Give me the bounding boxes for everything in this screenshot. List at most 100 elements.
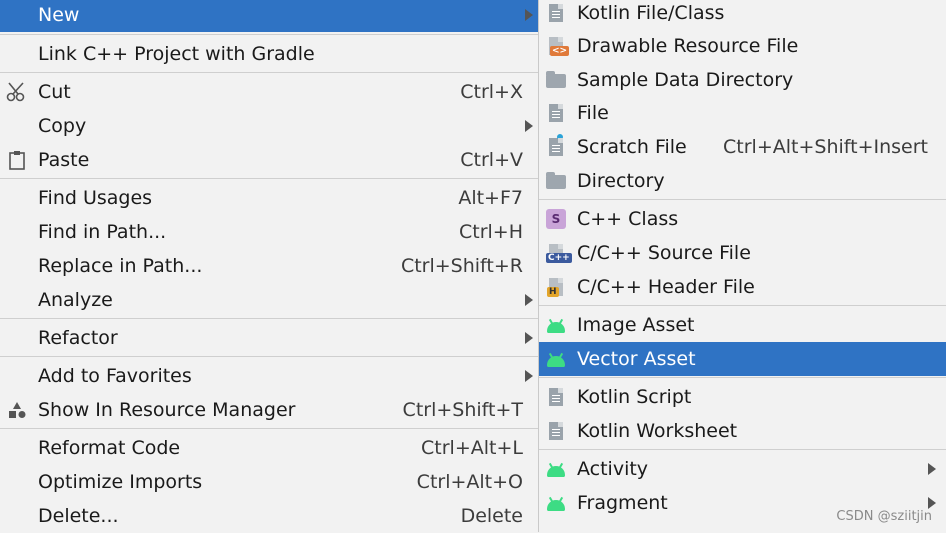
menu-item-analyze[interactable]: Analyze: [0, 283, 538, 317]
scratch-file-icon: [545, 134, 567, 158]
menu-item-label: Drawable Resource File: [577, 35, 799, 57]
menu-item-label: Copy: [38, 115, 87, 137]
menu-item-label: Show In Resource Manager: [38, 399, 296, 421]
submenu-item-kotlin-file-class[interactable]: Kotlin File/Class: [539, 0, 946, 30]
menu-item-shortcut: Ctrl+X: [460, 81, 523, 103]
submenu-item-drawable-resource-file[interactable]: <> Drawable Resource File: [539, 29, 946, 63]
context-menu: New Link C++ Project with Gradle Cut Ctr…: [0, 0, 539, 532]
submenu-item-image-asset[interactable]: Image Asset: [539, 308, 946, 342]
menu-item-refactor[interactable]: Refactor: [0, 321, 538, 355]
menu-item-optimize-imports[interactable]: Optimize Imports Ctrl+Alt+O: [0, 465, 538, 499]
menu-item-shortcut: Ctrl+Shift+T: [402, 399, 523, 421]
menu-item-label: Replace in Path...: [38, 255, 203, 277]
menu-item-label: Reformat Code: [38, 437, 181, 459]
android-icon: [545, 492, 567, 514]
menu-item-paste[interactable]: Paste Ctrl+V: [0, 143, 538, 177]
menu-item-shortcut: Delete: [460, 505, 523, 527]
menu-item-delete[interactable]: Delete... Delete: [0, 499, 538, 533]
submenu-arrow-icon: [525, 370, 533, 382]
menu-item-shortcut: Alt+F7: [458, 187, 523, 209]
menu-item-shortcut: Ctrl+Alt+L: [421, 437, 523, 459]
separator: [0, 34, 538, 35]
watermark: CSDN @sziitjin: [836, 509, 932, 524]
menu-item-new[interactable]: New: [0, 0, 538, 32]
menu-item-label: Sample Data Directory: [577, 69, 794, 91]
menu-item-label: Scratch File: [577, 136, 687, 158]
menu-item-label: Kotlin Script: [577, 386, 692, 408]
submenu-arrow-icon: [928, 463, 936, 475]
cpp-source-icon: C++: [545, 242, 572, 264]
android-icon: [545, 458, 567, 480]
new-submenu: Kotlin File/Class <> Drawable Resource F…: [539, 0, 946, 532]
menu-item-shortcut: Ctrl+Shift+R: [400, 255, 523, 277]
separator: [0, 318, 538, 319]
menu-item-shortcut: Ctrl+V: [460, 149, 523, 171]
menu-item-add-to-favorites[interactable]: Add to Favorites: [0, 359, 538, 393]
resource-manager-icon: [6, 399, 28, 421]
menu-item-label: New: [38, 4, 80, 26]
menu-item-label: Optimize Imports: [38, 471, 203, 493]
menu-item-reformat-code[interactable]: Reformat Code Ctrl+Alt+L: [0, 431, 538, 465]
menu-item-find-usages[interactable]: Find Usages Alt+F7: [0, 181, 538, 215]
submenu-item-activity[interactable]: Activity: [539, 452, 946, 486]
menu-item-shortcut: Ctrl+H: [458, 221, 523, 243]
separator: [0, 72, 538, 73]
menu-item-label: C/C++ Source File: [577, 242, 751, 264]
submenu-item-cpp-class[interactable]: S C++ Class: [539, 202, 946, 236]
menu-item-label: Analyze: [38, 289, 113, 311]
android-icon: [545, 314, 567, 336]
submenu-item-cpp-header-file[interactable]: H C/C++ Header File: [539, 270, 946, 304]
submenu-arrow-icon: [525, 332, 533, 344]
separator: [0, 356, 538, 357]
submenu-item-directory[interactable]: Directory: [539, 164, 946, 198]
menu-item-label: Image Asset: [577, 314, 695, 336]
menu-item-label: Directory: [577, 170, 665, 192]
menu-item-label: Find Usages: [38, 187, 153, 209]
submenu-item-vector-asset[interactable]: Vector Asset: [539, 342, 946, 376]
separator: [539, 305, 946, 306]
file-icon: [545, 102, 567, 124]
submenu-item-sample-data-directory[interactable]: Sample Data Directory: [539, 63, 946, 97]
menu-item-cut[interactable]: Cut Ctrl+X: [0, 75, 538, 109]
menu-item-label: C/C++ Header File: [577, 276, 755, 298]
menu-item-copy[interactable]: Copy: [0, 109, 538, 143]
menu-item-shortcut: Ctrl+Alt+O: [416, 471, 523, 493]
menu-item-find-in-path[interactable]: Find in Path... Ctrl+H: [0, 215, 538, 249]
menu-item-show-in-resource-manager[interactable]: Show In Resource Manager Ctrl+Shift+T: [0, 393, 538, 427]
menu-item-label: Activity: [577, 458, 649, 480]
separator: [539, 449, 946, 450]
scissors-icon: [6, 81, 28, 103]
menu-item-label: Vector Asset: [577, 348, 696, 370]
menu-item-shortcut: Ctrl+Alt+Shift+Insert: [723, 136, 928, 158]
submenu-item-kotlin-worksheet[interactable]: Kotlin Worksheet: [539, 414, 946, 448]
cpp-class-icon: S: [545, 208, 567, 230]
submenu-item-kotlin-script[interactable]: Kotlin Script: [539, 380, 946, 414]
drawable-file-icon: <>: [545, 35, 570, 57]
menu-item-label: Add to Favorites: [38, 365, 192, 387]
folder-icon: [545, 170, 567, 192]
menu-item-label: C++ Class: [577, 208, 679, 230]
submenu-item-cpp-source-file[interactable]: C++ C/C++ Source File: [539, 236, 946, 270]
kotlin-worksheet-icon: [545, 420, 567, 442]
separator: [0, 178, 538, 179]
menu-item-label: Find in Path...: [38, 221, 167, 243]
separator: [0, 428, 538, 429]
submenu-arrow-icon: [525, 294, 533, 306]
menu-item-label: Kotlin File/Class: [577, 2, 725, 24]
android-icon: [545, 348, 567, 370]
clipboard-icon: [6, 149, 28, 171]
submenu-arrow-icon: [525, 120, 533, 132]
separator: [539, 377, 946, 378]
menu-item-label: Delete...: [38, 505, 119, 527]
cpp-header-icon: H: [545, 276, 567, 298]
menu-item-label: Cut: [38, 81, 71, 103]
folder-icon: [545, 69, 567, 91]
submenu-item-file[interactable]: File: [539, 96, 946, 130]
separator: [539, 199, 946, 200]
kotlin-script-icon: [545, 386, 567, 408]
submenu-item-scratch-file[interactable]: Scratch File Ctrl+Alt+Shift+Insert: [539, 130, 946, 164]
menu-item-link-cpp-project[interactable]: Link C++ Project with Gradle: [0, 37, 538, 71]
menu-item-label: Paste: [38, 149, 90, 171]
menu-item-replace-in-path[interactable]: Replace in Path... Ctrl+Shift+R: [0, 249, 538, 283]
menu-item-label: Refactor: [38, 327, 118, 349]
